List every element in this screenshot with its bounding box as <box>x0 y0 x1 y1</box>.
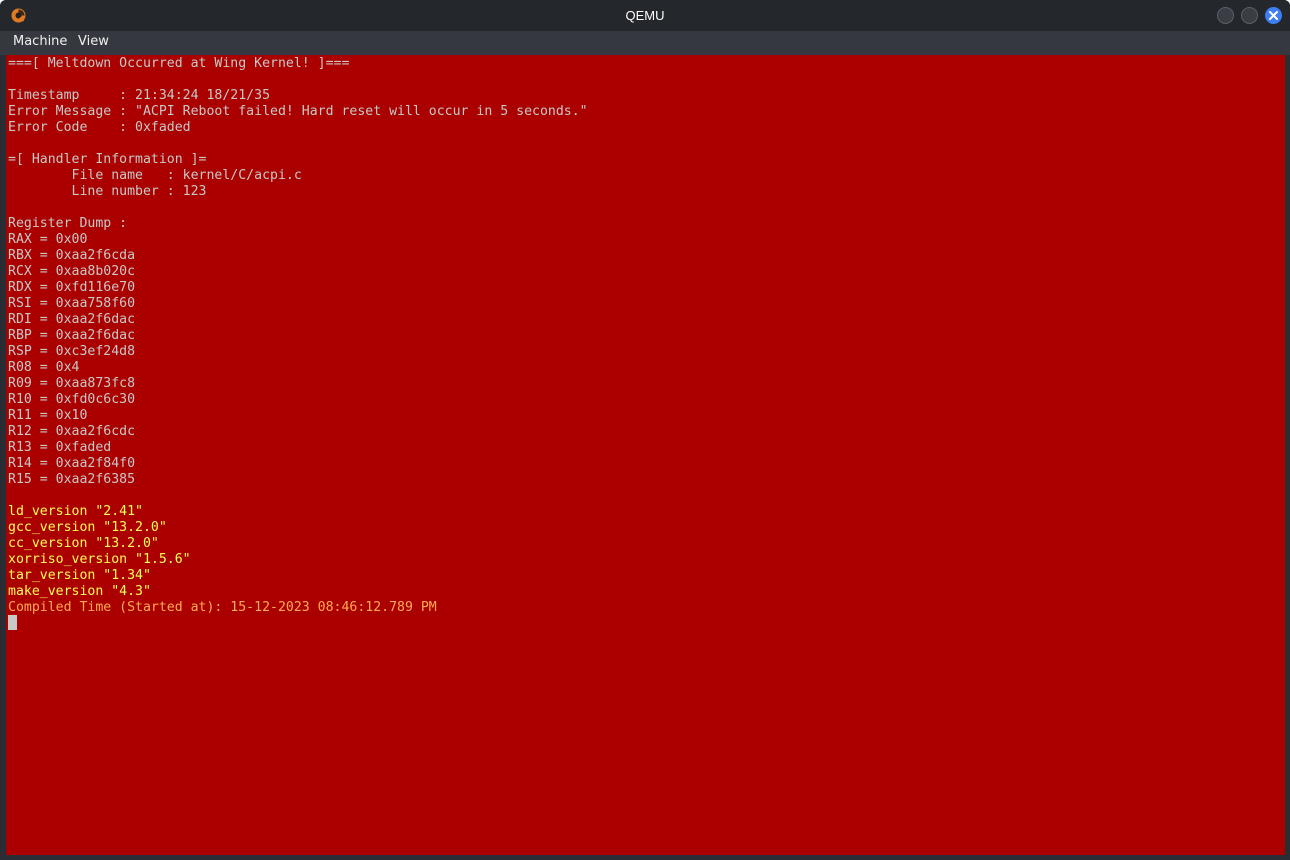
console-line: ===[ Meltdown Occurred at Wing Kernel! ]… <box>8 56 350 71</box>
console-line: File name : kernel/C/acpi.c <box>8 168 302 183</box>
console-line: R11 = 0x10 <box>8 408 88 423</box>
console-line: Register Dump : <box>8 216 128 231</box>
vm-console-screen[interactable]: ===[ Meltdown Occurred at Wing Kernel! ]… <box>6 55 1285 855</box>
maximize-icon[interactable] <box>1241 7 1258 24</box>
window-bottom-border <box>0 855 1290 860</box>
console-line: tar_version "1.34" <box>8 568 151 583</box>
window-title: QEMU <box>625 8 665 23</box>
text-cursor <box>8 615 17 630</box>
console-line: ld_version "2.41" <box>8 504 143 519</box>
console-line: R13 = 0xfaded <box>8 440 112 455</box>
console-line: xorriso_version "1.5.6" <box>8 552 191 567</box>
console-line: =[ Handler Information ]= <box>8 152 207 167</box>
console-line: Timestamp : 21:34:24 18/21/35 <box>8 88 271 103</box>
console-line: RCX = 0xaa8b020c <box>8 264 136 279</box>
menu-view[interactable]: View <box>78 31 109 55</box>
console-line: RDX = 0xfd116e70 <box>8 280 136 295</box>
console-line: cc_version "13.2.0" <box>8 536 159 551</box>
minimize-icon[interactable] <box>1217 7 1234 24</box>
console-line: R14 = 0xaa2f84f0 <box>8 456 136 471</box>
console-line: R12 = 0xaa2f6cdc <box>8 424 136 439</box>
close-icon[interactable] <box>1265 7 1282 24</box>
console-line: RSI = 0xaa758f60 <box>8 296 136 311</box>
menu-machine[interactable]: Machine <box>13 31 67 55</box>
console-line: make_version "4.3" <box>8 584 151 599</box>
console-line: RBP = 0xaa2f6dac <box>8 328 136 343</box>
title-bar[interactable]: QEMU <box>0 0 1290 31</box>
console-line: Line number : 123 <box>8 184 207 199</box>
console-line: R10 = 0xfd0c6c30 <box>8 392 136 407</box>
console-line: R08 = 0x4 <box>8 360 80 375</box>
console-line: RAX = 0x00 <box>8 232 88 247</box>
console-line: Error Code : 0xfaded <box>8 120 191 135</box>
console-line: RDI = 0xaa2f6dac <box>8 312 136 327</box>
console-line: gcc_version "13.2.0" <box>8 520 167 535</box>
console-line: RSP = 0xc3ef24d8 <box>8 344 136 359</box>
qemu-window: QEMU Machine View ===[ Meltdown Occurred… <box>0 0 1290 860</box>
console-line: R09 = 0xaa873fc8 <box>8 376 136 391</box>
console-line: Compiled Time (Started at): 15-12-2023 0… <box>8 600 437 615</box>
menu-bar: Machine View <box>0 31 1290 55</box>
console-line: RBX = 0xaa2f6cda <box>8 248 136 263</box>
console-line: R15 = 0xaa2f6385 <box>8 472 136 487</box>
console-line: Error Message : "ACPI Reboot failed! Har… <box>8 104 588 119</box>
